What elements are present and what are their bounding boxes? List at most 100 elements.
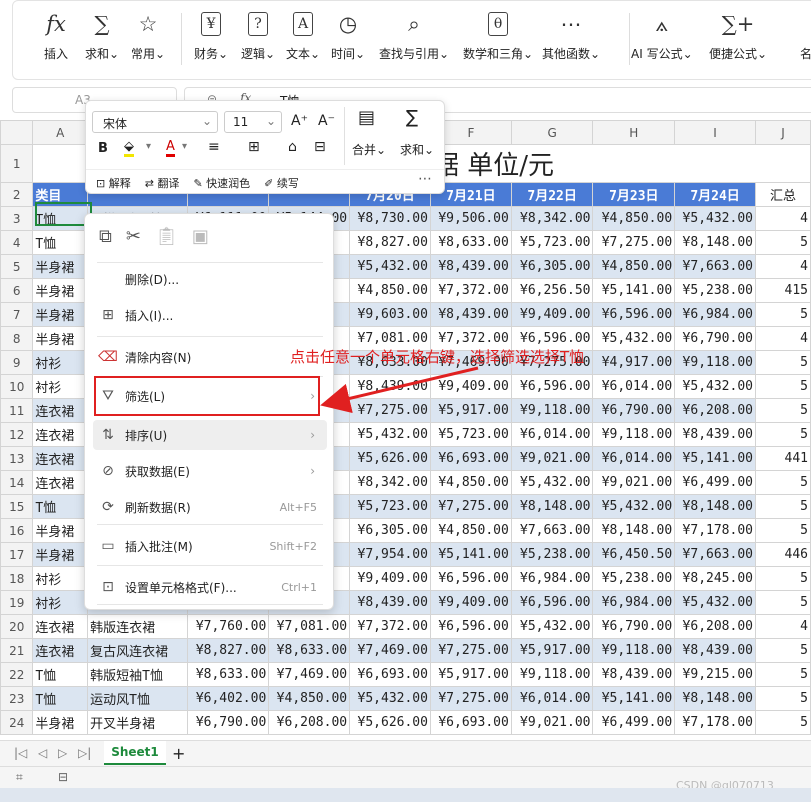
table-cell[interactable]: ¥8,439.00 xyxy=(349,590,431,615)
table-cell[interactable]: 5 xyxy=(755,230,811,255)
table-cell[interactable]: ¥5,626.00 xyxy=(349,710,431,735)
align-icon[interactable]: ≡ xyxy=(208,139,220,155)
table-cell[interactable]: 5 xyxy=(755,494,811,519)
table-cell[interactable]: T恤 xyxy=(32,494,89,519)
ribbon-button-star[interactable]: ☆ 常用⌄ xyxy=(131,7,165,73)
ribbon-button-clock[interactable]: ◷ 时间⌄ xyxy=(331,7,365,73)
table-cell[interactable]: ¥6,790.00 xyxy=(674,326,756,351)
row-header[interactable]: 19 xyxy=(0,590,34,615)
row-header[interactable]: 10 xyxy=(0,374,34,399)
table-cell[interactable]: ¥7,081.00 xyxy=(268,614,351,639)
table-cell[interactable]: ¥6,499.00 xyxy=(674,470,756,495)
row-header[interactable]: 7 xyxy=(0,302,34,327)
ribbon-button-ai-formula[interactable]: ⟑ AI 写公式⌄ xyxy=(631,7,693,73)
table-cell[interactable]: ¥6,596.00 xyxy=(429,614,512,639)
row-header[interactable]: 23 xyxy=(0,686,34,711)
table-cell[interactable]: ¥6,984.00 xyxy=(674,302,756,327)
table-cell[interactable]: ¥7,275.00 xyxy=(429,494,512,519)
font-size-select[interactable]: 11 ⌄ xyxy=(224,111,282,133)
table-cell[interactable]: ¥6,014.00 xyxy=(510,422,594,447)
table-cell[interactable]: ¥7,275.00 xyxy=(592,230,676,255)
table-cell[interactable]: ¥8,148.00 xyxy=(674,230,756,255)
ribbon-button-fx[interactable]: fx 插入 xyxy=(41,7,71,73)
table-cell[interactable]: ¥7,372.00 xyxy=(429,278,512,303)
row-header[interactable]: 18 xyxy=(0,566,34,591)
row-header[interactable]: 14 xyxy=(0,470,34,495)
first-sheet-icon[interactable]: |◁ xyxy=(14,746,27,760)
table-cell[interactable]: ¥9,118.00 xyxy=(592,638,676,663)
table-cell[interactable]: ¥5,432.00 xyxy=(349,422,431,447)
menu-item-refresh-data[interactable]: ⟳ 刷新数据(R) Alt+F5 xyxy=(93,492,327,522)
table-cell[interactable]: 5 xyxy=(755,350,811,375)
row-header[interactable]: 4 xyxy=(0,230,34,255)
table-cell[interactable]: ¥6,450.50 xyxy=(592,542,676,567)
table-cell[interactable]: 5 xyxy=(755,566,811,591)
table-cell[interactable]: ¥7,178.00 xyxy=(674,710,756,735)
table-cell[interactable]: 连衣裙 xyxy=(32,422,89,447)
table-cell[interactable]: ¥8,148.00 xyxy=(510,494,594,519)
table-cell[interactable]: ¥5,723.00 xyxy=(349,494,431,519)
table-cell[interactable]: ¥8,827.00 xyxy=(187,638,270,663)
table-cell[interactable]: ¥6,790.00 xyxy=(592,614,676,639)
table-cell[interactable]: ¥6,305.00 xyxy=(349,518,431,543)
row-header[interactable]: 2 xyxy=(0,182,34,207)
table-cell[interactable]: 衬衫 xyxy=(32,590,89,615)
sum-button[interactable]: 求和⌄ xyxy=(400,141,434,158)
table-cell[interactable]: 446 xyxy=(755,542,811,567)
table-cell[interactable]: ¥6,596.00 xyxy=(592,302,676,327)
table-cell[interactable]: ¥9,215.00 xyxy=(674,662,756,687)
table-cell[interactable]: ¥5,432.00 xyxy=(510,470,594,495)
font-name-select[interactable]: 宋体 ⌄ xyxy=(92,111,218,133)
row-header[interactable]: 24 xyxy=(0,710,34,735)
sum-icon[interactable]: ∑ xyxy=(406,107,418,128)
table-cell[interactable]: ¥8,439.00 xyxy=(429,302,512,327)
next-sheet-icon[interactable]: ▷ xyxy=(58,746,67,760)
header-cell[interactable]: 7月22日 xyxy=(510,182,594,207)
table-cell[interactable]: ¥5,141.00 xyxy=(592,278,676,303)
table-cell[interactable]: ¥8,148.00 xyxy=(674,686,756,711)
table-cell[interactable]: ¥5,723.00 xyxy=(429,422,512,447)
table-cell[interactable]: ¥5,141.00 xyxy=(592,686,676,711)
table-cell[interactable]: ¥9,118.00 xyxy=(592,422,676,447)
sheet-title[interactable]: 据 单位/元 xyxy=(429,144,811,183)
table-cell[interactable]: ¥9,603.00 xyxy=(349,302,431,327)
table-cell[interactable]: ¥5,432.00 xyxy=(510,614,594,639)
table-cell[interactable]: ¥8,148.00 xyxy=(674,494,756,519)
table-cell[interactable]: ¥6,256.50 xyxy=(510,278,594,303)
table-cell[interactable]: 运动风T恤 xyxy=(87,686,189,711)
ribbon-button-currency[interactable]: ¥ 财务⌄ xyxy=(194,7,228,73)
row-header[interactable]: 13 xyxy=(0,446,34,471)
table-cell[interactable]: ¥6,596.00 xyxy=(429,566,512,591)
menu-item-insert[interactable]: ⊞ 插入(I)... xyxy=(93,300,327,330)
row-header[interactable]: 3 xyxy=(0,206,34,231)
table-cell[interactable]: 半身裙 xyxy=(32,254,89,279)
table-cell[interactable]: ¥6,984.00 xyxy=(510,566,594,591)
ribbon-button-sum[interactable]: ∑ 求和⌄ xyxy=(85,7,119,73)
table-cell[interactable]: ¥6,014.00 xyxy=(510,686,594,711)
row-header[interactable]: 9 xyxy=(0,350,34,375)
paste-special-icon[interactable]: ▣ xyxy=(192,226,209,247)
table-cell[interactable]: ¥8,342.00 xyxy=(349,470,431,495)
table-cell[interactable]: 4 xyxy=(755,614,811,639)
column-header-i[interactable]: I xyxy=(674,120,756,145)
row-header[interactable]: 1 xyxy=(0,144,34,183)
table-cell[interactable]: ¥6,596.00 xyxy=(510,374,594,399)
table-cell[interactable]: 衬衫 xyxy=(32,374,89,399)
paste-icon[interactable]: 📋︎ xyxy=(155,226,178,247)
table-cell[interactable]: ¥6,984.00 xyxy=(592,590,676,615)
table-cell[interactable]: 韩版连衣裙 xyxy=(87,614,189,639)
table-cell[interactable]: 韩版短袖T恤 xyxy=(87,662,189,687)
table-cell[interactable]: ¥4,850.00 xyxy=(429,518,512,543)
cut-icon[interactable]: ✂ xyxy=(126,226,141,247)
continue-writing-button[interactable]: ✐ 续写 xyxy=(264,175,299,191)
table-cell[interactable]: ¥6,693.00 xyxy=(429,446,512,471)
table-cell[interactable]: ¥7,663.00 xyxy=(674,542,756,567)
merge-button[interactable]: 合并⌄ xyxy=(352,141,386,158)
table-cell[interactable]: ¥9,409.00 xyxy=(429,374,512,399)
table-cell[interactable]: ¥7,275.00 xyxy=(429,638,512,663)
row-header[interactable]: 20 xyxy=(0,614,34,639)
table-cell[interactable]: ¥9,118.00 xyxy=(510,398,594,423)
table-cell[interactable]: ¥4,850.00 xyxy=(592,206,676,231)
table-cell[interactable]: ¥6,305.00 xyxy=(510,254,594,279)
table-cell[interactable]: ¥5,238.00 xyxy=(592,566,676,591)
